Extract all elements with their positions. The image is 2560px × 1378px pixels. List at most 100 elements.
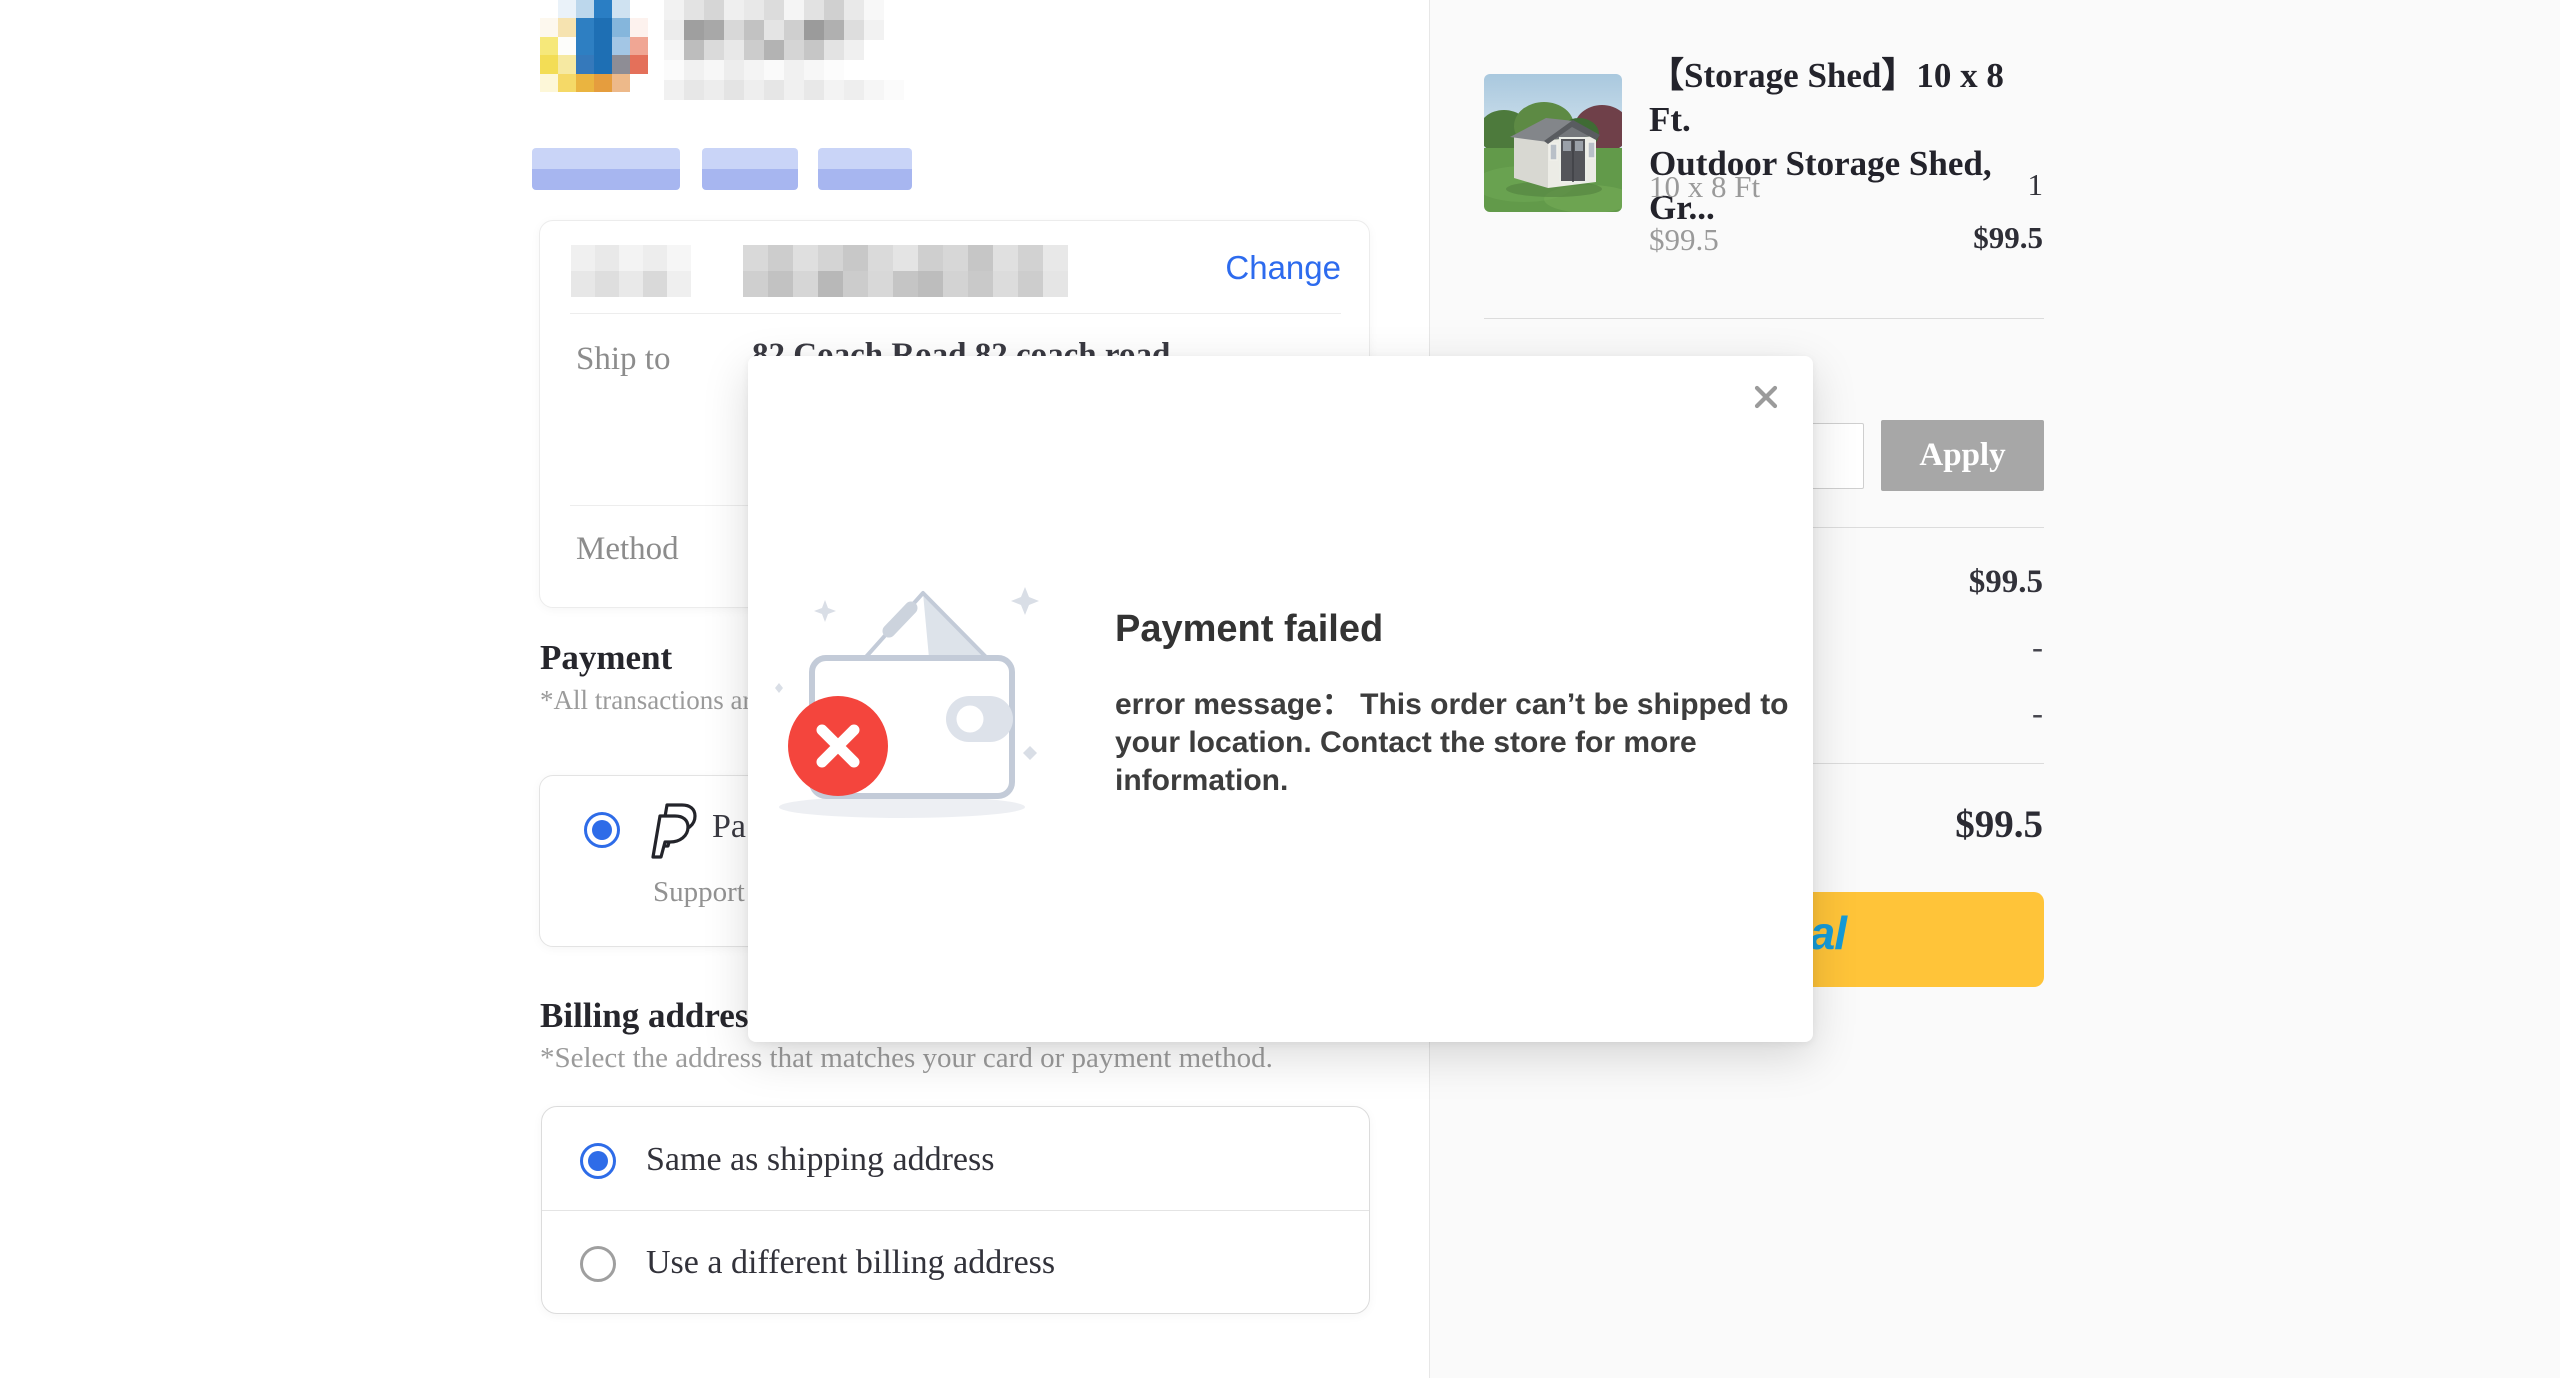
blur-pixel bbox=[576, 55, 594, 73]
paypal-radio[interactable] bbox=[584, 812, 620, 848]
breadcrumb-link-blurred-1[interactable] bbox=[532, 148, 680, 190]
blur-pixel bbox=[558, 0, 576, 18]
billing-note: *Select the address that matches your ca… bbox=[540, 1042, 1273, 1075]
blur-pixel bbox=[804, 60, 824, 80]
blur-pixel bbox=[943, 271, 968, 297]
payment-note: *All transactions ar bbox=[540, 685, 751, 716]
blur-pixel bbox=[764, 0, 784, 20]
blur-pixel bbox=[824, 60, 844, 80]
blur-pixel bbox=[793, 245, 818, 271]
blur-pixel bbox=[724, 60, 744, 80]
blur-pixel bbox=[612, 37, 630, 55]
order-total: $99.5 bbox=[1955, 802, 2043, 847]
blur-pixel bbox=[804, 20, 824, 40]
blur-pixel bbox=[724, 20, 744, 40]
blur-pixel bbox=[864, 60, 884, 80]
blur-pixel bbox=[630, 74, 648, 92]
breadcrumb-link-blurred-2[interactable] bbox=[702, 148, 798, 190]
blur-pixel bbox=[724, 40, 744, 60]
blur-pixel bbox=[630, 0, 648, 18]
wallet-error-illustration bbox=[773, 581, 1053, 826]
blur-pixel bbox=[612, 55, 630, 73]
store-logo-blurred[interactable] bbox=[540, 0, 666, 92]
billing-option-different[interactable]: Use a different billing address bbox=[542, 1211, 1369, 1313]
change-contact-link[interactable]: Change bbox=[1225, 249, 1341, 287]
blur-pixel bbox=[764, 40, 784, 60]
paypal-p-icon bbox=[651, 802, 697, 860]
ship-to-label: Ship to bbox=[576, 341, 670, 378]
blur-pixel bbox=[684, 0, 704, 20]
blur-pixel bbox=[612, 0, 630, 18]
blur-pixel bbox=[818, 271, 843, 297]
blur-pixel bbox=[793, 271, 818, 297]
blur-pixel bbox=[784, 0, 804, 20]
billing-different-radio[interactable] bbox=[580, 1246, 616, 1282]
blur-pixel bbox=[784, 20, 804, 40]
blur-pixel bbox=[784, 80, 804, 100]
blur-pixel bbox=[804, 0, 824, 20]
blur-pixel bbox=[764, 20, 784, 40]
blur-pixel bbox=[684, 40, 704, 60]
blur-pixel bbox=[993, 271, 1018, 297]
blur-pixel bbox=[993, 245, 1018, 271]
blur-pixel bbox=[844, 0, 864, 20]
blur-pixel bbox=[824, 80, 844, 100]
blur-pixel bbox=[968, 245, 993, 271]
blur-pixel bbox=[595, 271, 619, 297]
blur-pixel bbox=[684, 60, 704, 80]
blur-pixel bbox=[824, 20, 844, 40]
product-unit-price: $99.5 bbox=[1649, 222, 1719, 258]
modal-title: Payment failed bbox=[1115, 608, 1383, 651]
breadcrumb-link-blurred-3[interactable] bbox=[818, 148, 912, 190]
summary-amount-row: - bbox=[2032, 630, 2043, 667]
blur-pixel bbox=[804, 80, 824, 100]
apply-coupon-button[interactable]: Apply bbox=[1881, 420, 2044, 491]
blur-pixel bbox=[540, 55, 558, 73]
checkout-page: Change Ship to 82 Coach Road 82 coach ro… bbox=[0, 0, 2560, 1378]
blur-pixel bbox=[893, 271, 918, 297]
blur-pixel bbox=[540, 18, 558, 36]
blur-pixel bbox=[744, 40, 764, 60]
blur-pixel bbox=[576, 37, 594, 55]
blur-pixel bbox=[1018, 245, 1043, 271]
blur-pixel bbox=[943, 245, 968, 271]
billing-same-radio[interactable] bbox=[580, 1143, 616, 1179]
blur-pixel bbox=[724, 80, 744, 100]
blur-pixel bbox=[893, 245, 918, 271]
blur-pixel bbox=[744, 60, 764, 80]
blur-pixel bbox=[571, 245, 595, 271]
blur-pixel bbox=[864, 20, 884, 40]
summary-divider bbox=[1484, 318, 2044, 319]
blur-pixel bbox=[743, 271, 768, 297]
blur-pixel bbox=[868, 271, 893, 297]
blur-pixel bbox=[576, 74, 594, 92]
blur-pixel bbox=[1018, 271, 1043, 297]
blur-pixel bbox=[918, 271, 943, 297]
billing-option-same[interactable]: Same as shipping address bbox=[542, 1107, 1369, 1210]
blur-pixel bbox=[884, 60, 904, 80]
blur-pixel bbox=[844, 40, 864, 60]
summary-amount-row: - bbox=[2032, 696, 2043, 733]
blur-pixel bbox=[684, 80, 704, 100]
close-icon[interactable] bbox=[1751, 382, 1781, 412]
blur-pixel bbox=[612, 74, 630, 92]
product-image-storage-shed bbox=[1484, 74, 1622, 212]
blur-pixel bbox=[643, 245, 667, 271]
blur-pixel bbox=[667, 245, 691, 271]
blur-pixel bbox=[643, 271, 667, 297]
blur-pixel bbox=[664, 80, 684, 100]
blur-pixel bbox=[864, 40, 884, 60]
blur-pixel bbox=[540, 37, 558, 55]
store-name-blurred bbox=[664, 0, 904, 100]
blur-pixel bbox=[804, 40, 824, 60]
blur-pixel bbox=[704, 20, 724, 40]
product-variant: 10 x 8 Ft bbox=[1649, 169, 1760, 205]
blur-pixel bbox=[594, 18, 612, 36]
blur-pixel bbox=[968, 271, 993, 297]
blur-pixel bbox=[844, 60, 864, 80]
blur-pixel bbox=[844, 20, 864, 40]
method-label: Method bbox=[576, 531, 679, 568]
blur-pixel bbox=[595, 245, 619, 271]
blur-pixel bbox=[884, 20, 904, 40]
contact-label-blurred bbox=[571, 245, 691, 297]
